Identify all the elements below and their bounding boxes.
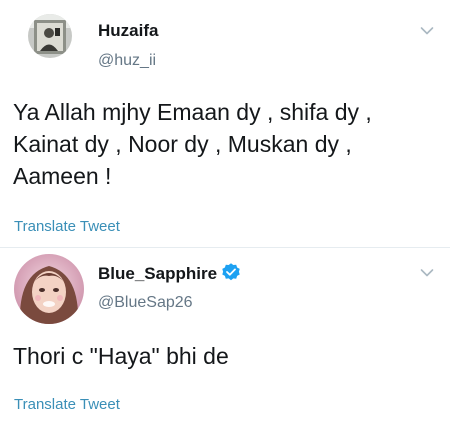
- user-handle[interactable]: @huz_ii: [98, 52, 156, 70]
- tweet-text: Thori c "Haya" bhi de: [13, 343, 229, 369]
- profile-photo-icon: [28, 14, 72, 58]
- display-name[interactable]: Blue_Sapphire: [98, 262, 241, 284]
- avatar[interactable]: [28, 14, 72, 58]
- tweet-text: Ya Allah mjhy Emaan dy , shifa dy , Kain…: [13, 99, 372, 189]
- display-name-text: Huzaifa: [98, 21, 159, 40]
- chevron-down-icon[interactable]: [420, 26, 434, 36]
- profile-photo-icon: [14, 254, 84, 324]
- chevron-down-icon[interactable]: [420, 268, 434, 278]
- avatar[interactable]: [14, 254, 84, 324]
- display-name[interactable]: Huzaifa: [98, 21, 158, 41]
- user-handle[interactable]: @BlueSap26: [98, 294, 193, 312]
- display-name-text: Blue_Sapphire: [98, 264, 218, 283]
- translate-tweet-link[interactable]: Translate Tweet: [14, 396, 120, 413]
- tweet[interactable]: Blue_Sapphire @BlueSap26 Thori c "Haya" …: [0, 248, 450, 433]
- verified-badge-icon: [222, 263, 240, 281]
- tweet[interactable]: Huzaifa @huz_ii Ya Allah mjhy Emaan dy ,…: [0, 0, 450, 248]
- translate-tweet-link[interactable]: Translate Tweet: [14, 218, 120, 235]
